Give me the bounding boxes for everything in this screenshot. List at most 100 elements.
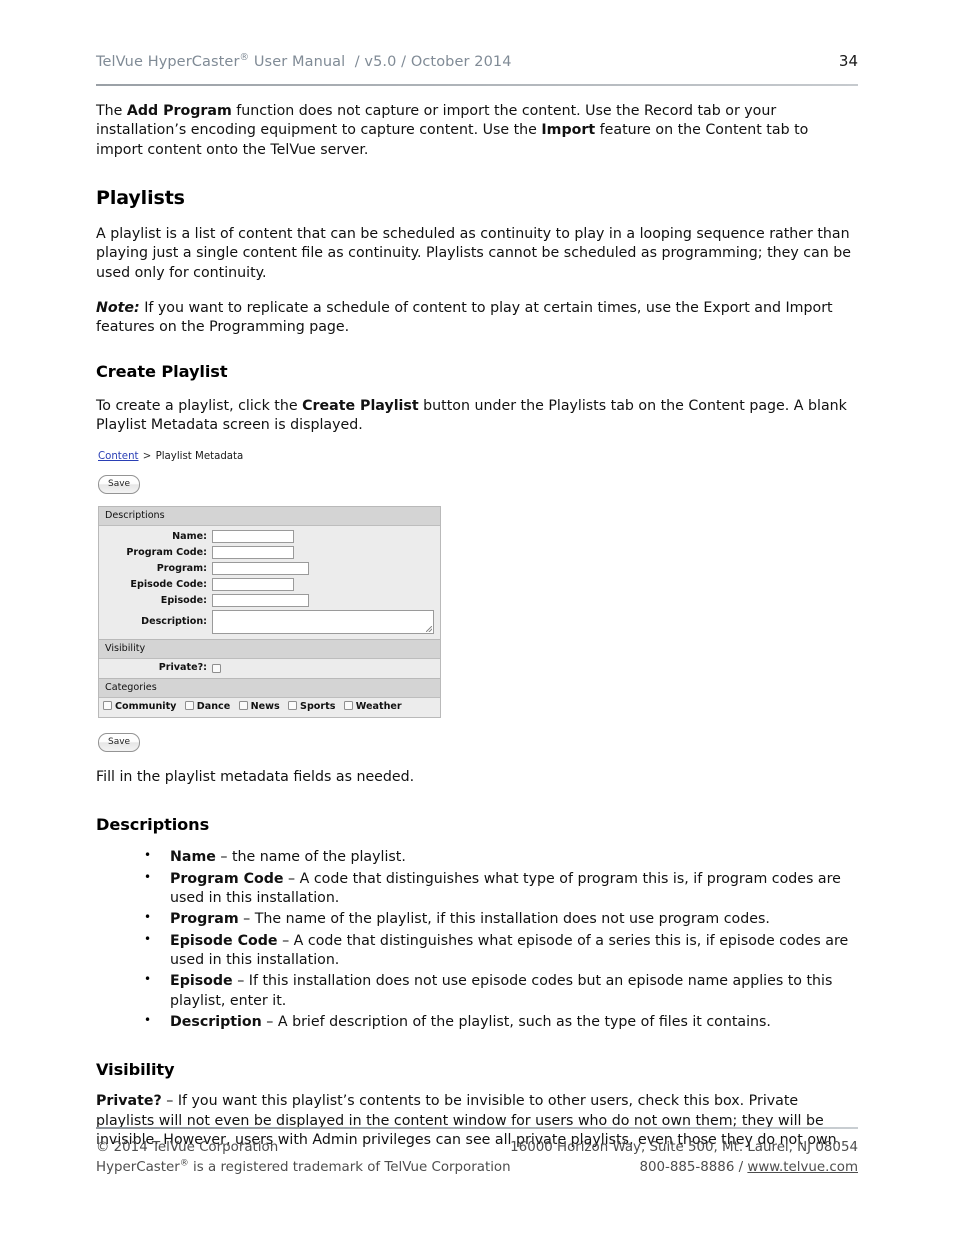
field-row-episode: Episode: [99, 594, 440, 608]
page-number: 34 [838, 52, 858, 70]
category-weather[interactable]: Weather [343, 701, 402, 713]
descriptions-panel: Descriptions Name: Program Code: Program… [98, 506, 441, 640]
header-manual-title: TelVue HyperCaster® User Manual / v5.0 /… [96, 52, 512, 70]
category-label-weather: Weather [355, 701, 402, 713]
checkbox-community[interactable] [103, 701, 112, 711]
save-button-bottom-wrapper: Save [98, 729, 448, 753]
label-name: Name: [172, 530, 207, 542]
document-page: TelVue HyperCaster® User Manual / v5.0 /… [0, 0, 954, 1235]
checkbox-dance[interactable] [184, 701, 194, 711]
categories-panel-body: Community Dance News Sports Weather [99, 698, 440, 718]
field-row-program-code: Program Code: [99, 546, 440, 560]
field-row-description: Description: [99, 610, 440, 635]
label-description: Description: [141, 616, 207, 628]
create-playlist-paragraph: To create a playlist, click the Create P… [96, 397, 858, 436]
category-news[interactable]: News [238, 701, 280, 713]
footer-line-2: HyperCaster® is a registered trademark o… [96, 1158, 858, 1177]
visibility-panel: Visibility Private?: [98, 639, 441, 679]
bullet-term-description: Description [170, 1013, 262, 1030]
label-program-code: Program Code: [126, 546, 207, 558]
category-label-dance: Dance [196, 701, 231, 713]
page-footer: © 2014 TelVue Corporation 16000 Horizon … [96, 1127, 858, 1177]
input-program[interactable] [212, 562, 309, 576]
section-heading-playlists: Playlists [96, 186, 185, 209]
footer-copyright: © 2014 TelVue Corporation [96, 1140, 279, 1156]
registered-trademark-icon: ® [179, 1158, 189, 1169]
field-row-program: Program: [99, 562, 440, 576]
descriptions-panel-body: Name: Program Code: Program: Episode Cod… [99, 526, 440, 640]
list-item: Description – A brief description of the… [144, 1012, 858, 1032]
breadcrumb-link-content[interactable]: Content [98, 451, 139, 462]
create-playlist-text-1: To create a playlist, click the [96, 397, 303, 414]
list-item: Name – the name of the playlist. [144, 847, 858, 867]
intro-paragraph: The Add Program function does not captur… [96, 102, 858, 160]
subsection-heading-visibility: Visibility [96, 1060, 175, 1080]
intro-bold-import: Import [541, 122, 596, 139]
create-playlist-bold: Create Playlist [302, 397, 419, 414]
fill-in-fields-paragraph: Fill in the playlist metadata fields as … [96, 769, 415, 786]
footer-contact: 800-885-8886 / www.telvue.com [639, 1158, 858, 1177]
list-item: Program – The name of the playlist, if t… [144, 909, 858, 929]
footer-trademark-rest: is a registered trademark of TelVue Corp… [188, 1159, 511, 1175]
footer-phone: 800-885-8886 [639, 1159, 735, 1175]
footer-trademark-main: HyperCaster [96, 1159, 180, 1175]
note-label: Note: [96, 299, 140, 316]
checkbox-news[interactable] [238, 701, 248, 711]
category-label-community: Community [115, 701, 177, 713]
playlist-metadata-screenshot: Content > Playlist Metadata Save Descrip… [98, 451, 448, 753]
bullet-term-episode: Episode [170, 973, 233, 990]
subsection-heading-descriptions: Descriptions [96, 815, 210, 835]
descriptions-panel-title: Descriptions [99, 507, 440, 527]
header-divider [96, 84, 858, 86]
input-episode-code[interactable] [212, 578, 294, 592]
footer-website-link[interactable]: www.telvue.com [747, 1160, 858, 1175]
page-header: TelVue HyperCaster® User Manual / v5.0 /… [96, 0, 858, 70]
bullet-text-episode: – If this installation does not use epis… [170, 973, 833, 1009]
playlists-note: Note: If you want to replicate a schedul… [96, 299, 858, 338]
save-button-top-wrapper: Save [98, 471, 448, 495]
category-dance[interactable]: Dance [184, 701, 231, 713]
input-name[interactable] [212, 530, 294, 544]
label-private: Private?: [158, 662, 207, 674]
list-item: Episode Code – A code that distinguishes… [144, 931, 858, 971]
footer-address: 16000 Horizon Way, Suite 500, Mt. Laurel… [510, 1140, 858, 1156]
field-row-private: Private?: [99, 662, 440, 674]
descriptions-bullet-list: Name – the name of the playlist. Program… [96, 847, 858, 1032]
registered-trademark-icon: ® [239, 52, 250, 64]
visibility-bold-private: Private? [96, 1093, 162, 1110]
category-community[interactable]: Community [103, 701, 176, 712]
breadcrumb-current-playlist-metadata: Playlist Metadata [155, 451, 244, 463]
subsection-heading-create-playlist: Create Playlist [96, 361, 228, 381]
bullet-text-description: – A brief description of the playlist, s… [261, 1013, 771, 1030]
label-episode-code: Episode Code: [130, 578, 207, 590]
footer-separator: / [738, 1159, 744, 1175]
header-title-rest: User Manual / v5.0 / October 2014 [249, 54, 512, 70]
bullet-term-episode-code: Episode Code [170, 932, 278, 949]
visibility-panel-body: Private?: [99, 659, 440, 679]
label-episode: Episode: [160, 594, 207, 606]
category-label-sports: Sports [300, 701, 336, 713]
input-program-code[interactable] [212, 546, 294, 560]
checkbox-sports[interactable] [288, 701, 298, 711]
save-button-bottom[interactable]: Save [98, 733, 141, 753]
input-episode[interactable] [212, 594, 309, 608]
field-row-episode-code: Episode Code: [99, 578, 440, 592]
note-text: If you want to replicate a schedule of c… [96, 299, 833, 336]
header-title-main: TelVue HyperCaster [96, 54, 240, 70]
checkbox-weather[interactable] [343, 701, 353, 711]
visibility-panel-title: Visibility [99, 640, 440, 660]
footer-divider [96, 1127, 858, 1130]
save-button-top[interactable]: Save [98, 475, 141, 495]
list-item: Program Code – A code that distinguishes… [144, 869, 858, 909]
breadcrumb-separator: > [142, 451, 152, 463]
category-label-news: News [250, 701, 280, 713]
input-description[interactable] [212, 610, 434, 635]
breadcrumb: Content > Playlist Metadata [98, 451, 448, 462]
intro-bold-add-program: Add Program [126, 103, 232, 119]
bullet-text-name: – the name of the playlist. [215, 849, 406, 866]
category-sports[interactable]: Sports [288, 701, 335, 712]
bullet-text-program: – The name of the playlist, if this inst… [238, 911, 770, 928]
list-item: Episode – If this installation does not … [144, 971, 858, 1011]
playlists-paragraph: A playlist is a list of content that can… [96, 225, 852, 281]
checkbox-private[interactable] [212, 663, 221, 673]
